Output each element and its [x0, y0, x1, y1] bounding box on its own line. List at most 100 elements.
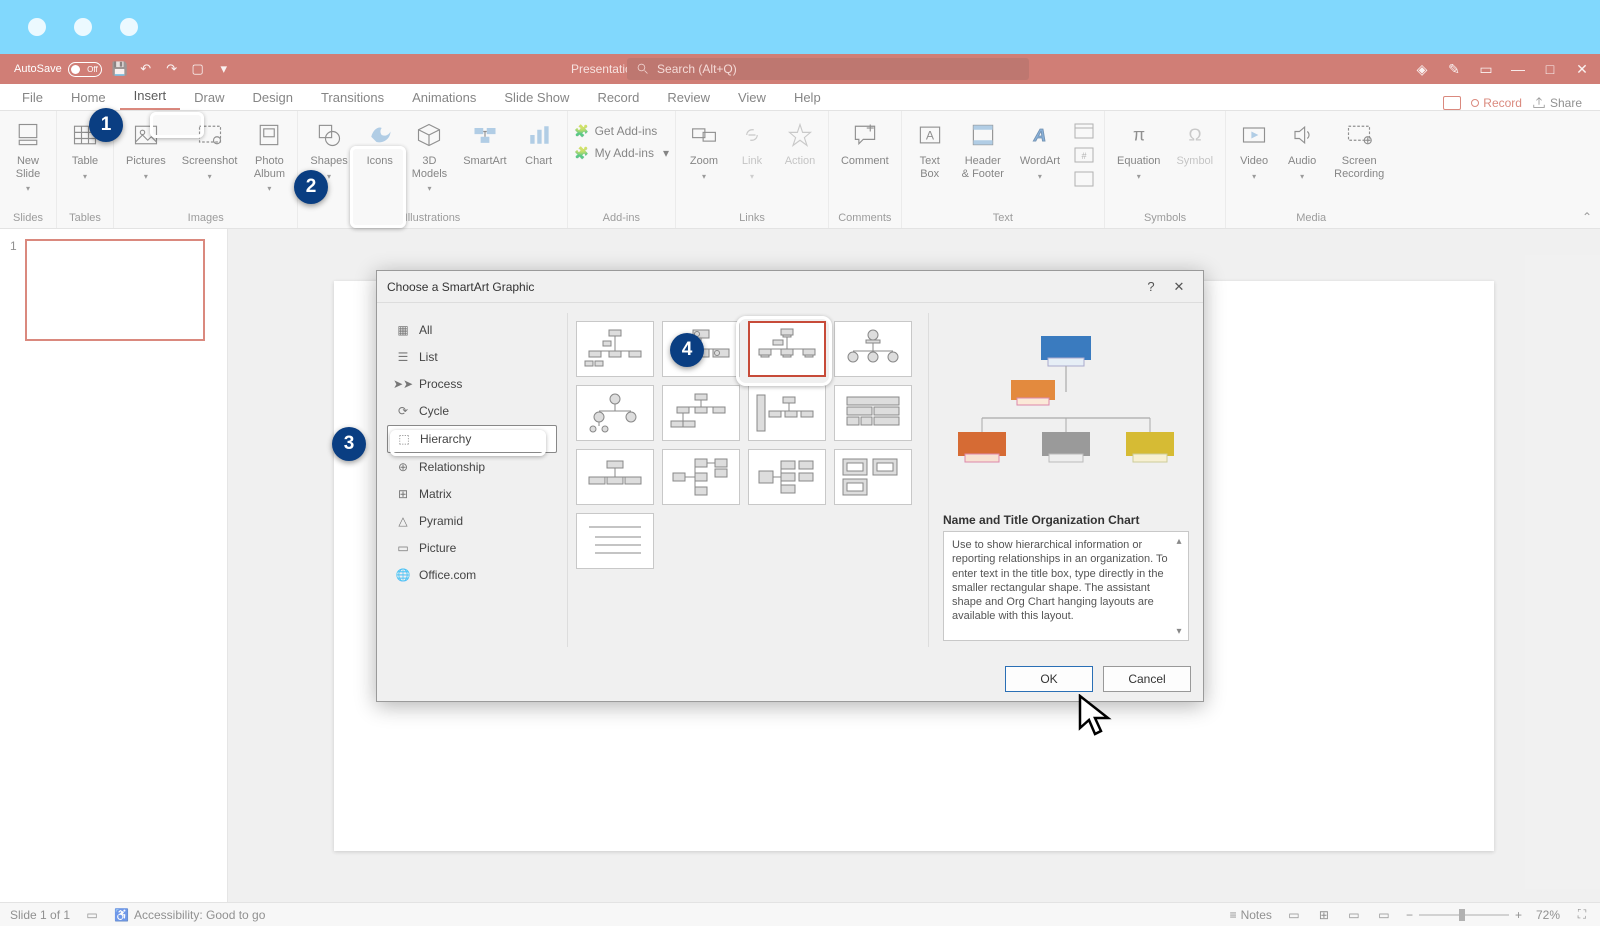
tab-help[interactable]: Help	[780, 86, 835, 110]
tab-view[interactable]: View	[724, 86, 780, 110]
action-button[interactable]: Action	[778, 115, 822, 172]
date-time-icon[interactable]	[1074, 123, 1094, 139]
zoom-out-icon[interactable]: −	[1406, 908, 1413, 922]
scroll-up-icon[interactable]: ▴	[1172, 534, 1186, 548]
text-box-button[interactable]: A Text Box	[908, 115, 952, 184]
slide-indicator[interactable]: Slide 1 of 1	[10, 908, 70, 922]
search-icon	[637, 63, 649, 75]
tab-file[interactable]: File	[8, 86, 57, 110]
help-button[interactable]: ?	[1137, 275, 1165, 299]
diamond-icon[interactable]: ◈	[1414, 61, 1430, 77]
header-footer-button[interactable]: Header & Footer	[956, 115, 1010, 184]
qat-more-icon[interactable]: ▾	[216, 61, 232, 77]
layout-hierarchy[interactable]	[662, 385, 740, 441]
cat-cycle[interactable]: ⟳Cycle	[387, 398, 557, 424]
ribbon-display-icon[interactable]: ▭	[1478, 61, 1494, 77]
zoom-slider[interactable]: − +	[1406, 908, 1522, 922]
search-input[interactable]: Search (Alt+Q)	[627, 58, 1029, 80]
get-addins-button[interactable]: 🧩Get Add-ins	[574, 123, 669, 139]
undo-icon[interactable]: ↶	[138, 61, 154, 77]
screen-recording-button[interactable]: Screen Recording	[1328, 115, 1390, 184]
my-addins-button[interactable]: 🧩My Add-ins▾	[574, 145, 669, 161]
chart-button[interactable]: Chart	[517, 115, 561, 172]
group-addins: 🧩Get Add-ins 🧩My Add-ins▾ Add-ins	[568, 111, 676, 228]
save-icon[interactable]: 💾	[112, 61, 128, 77]
slide-sorter-icon[interactable]: ⊞	[1316, 908, 1332, 922]
zoom-level[interactable]: 72%	[1536, 908, 1560, 922]
share-button[interactable]: Share	[1532, 96, 1582, 110]
ok-button[interactable]: OK	[1005, 666, 1093, 692]
tab-draw[interactable]: Draw	[180, 86, 238, 110]
wordart-button[interactable]: A WordArt▾	[1014, 115, 1066, 185]
tab-home[interactable]: Home	[57, 86, 120, 110]
cat-picture[interactable]: ▭Picture	[387, 535, 557, 561]
layout-hierarchy-2[interactable]	[576, 449, 654, 505]
window-dot	[120, 18, 138, 36]
tab-design[interactable]: Design	[239, 86, 307, 110]
autosave-pill[interactable]: Off	[68, 62, 102, 77]
layout-lined-list[interactable]	[576, 513, 654, 569]
layout-horizontal-org-chart[interactable]	[662, 449, 740, 505]
slide-thumbnails-panel[interactable]: 1	[0, 229, 228, 902]
layout-circle-picture-hierarchy[interactable]	[576, 385, 654, 441]
slide-number-icon[interactable]: #	[1074, 147, 1094, 163]
link-button[interactable]: Link▾	[730, 115, 774, 185]
photo-album-button[interactable]: Photo Album▾	[247, 115, 291, 197]
symbol-icon: Ω	[1179, 119, 1211, 151]
zoom-track[interactable]	[1419, 914, 1509, 916]
zoom-in-icon[interactable]: +	[1515, 908, 1522, 922]
slide-thumbnail[interactable]	[25, 239, 205, 341]
present-from-beginning-icon[interactable]: ▢	[190, 61, 206, 77]
tab-slide-show[interactable]: Slide Show	[490, 86, 583, 110]
tab-transitions[interactable]: Transitions	[307, 86, 398, 110]
fit-to-window-icon[interactable]: ⛶	[1574, 908, 1590, 922]
comments-pane-icon[interactable]	[1443, 96, 1461, 110]
comment-button[interactable]: Comment	[835, 115, 895, 172]
close-icon[interactable]: ✕	[1574, 61, 1590, 77]
layout-org-chart[interactable]	[576, 321, 654, 377]
language-icon[interactable]: ▭	[84, 908, 100, 922]
redo-icon[interactable]: ↷	[164, 61, 180, 77]
object-icon[interactable]	[1074, 171, 1094, 187]
tab-review[interactable]: Review	[653, 86, 724, 110]
layout-table-hierarchy[interactable]	[834, 385, 912, 441]
tab-insert[interactable]: Insert	[120, 84, 181, 110]
cancel-button[interactable]: Cancel	[1103, 666, 1191, 692]
cat-all[interactable]: ▦All	[387, 317, 557, 343]
close-button[interactable]: ✕	[1165, 275, 1193, 299]
video-button[interactable]: Video▾	[1232, 115, 1276, 185]
cat-matrix[interactable]: ⊞Matrix	[387, 481, 557, 507]
accessibility-status[interactable]: ♿Accessibility: Good to go	[114, 908, 265, 922]
cat-process[interactable]: ➤➤Process	[387, 371, 557, 397]
equation-button[interactable]: π Equation▾	[1111, 115, 1166, 185]
layout-half-circle-org-chart[interactable]	[834, 321, 912, 377]
maximize-icon[interactable]: □	[1542, 61, 1558, 77]
zoom-thumb[interactable]	[1459, 909, 1465, 921]
smartart-button[interactable]: SmartArt	[457, 115, 512, 172]
new-slide-button[interactable]: New Slide▾	[6, 115, 50, 197]
audio-button[interactable]: Audio▾	[1280, 115, 1324, 185]
cat-pyramid[interactable]: △Pyramid	[387, 508, 557, 534]
normal-view-icon[interactable]: ▭	[1286, 908, 1302, 922]
minimize-icon[interactable]: ―	[1510, 61, 1526, 77]
symbol-button[interactable]: Ω Symbol	[1170, 115, 1219, 172]
collapse-ribbon-icon[interactable]: ⌃	[1582, 210, 1592, 224]
cat-list[interactable]: ☰List	[387, 344, 557, 370]
3d-models-button[interactable]: 3D Models▾	[406, 115, 453, 197]
record-button[interactable]: Record	[1471, 96, 1522, 110]
layout-horizontal-hierarchy[interactable]	[834, 449, 912, 505]
coming-soon-icon[interactable]: ✎	[1446, 61, 1462, 77]
slideshow-icon[interactable]: ▭	[1376, 908, 1392, 922]
layout-hierarchy-list[interactable]	[748, 449, 826, 505]
tab-animations[interactable]: Animations	[398, 86, 490, 110]
notes-button[interactable]: ≡Notes	[1230, 908, 1272, 922]
autosave-toggle[interactable]: AutoSave Off	[14, 62, 102, 77]
reading-view-icon[interactable]: ▭	[1346, 908, 1362, 922]
layout-labeled-hierarchy[interactable]	[748, 385, 826, 441]
tab-record[interactable]: Record	[583, 86, 653, 110]
cat-office[interactable]: 🌐Office.com	[387, 562, 557, 588]
scroll-down-icon[interactable]: ▾	[1172, 624, 1186, 638]
zoom-button[interactable]: Zoom▾	[682, 115, 726, 185]
slide-thumbnail-row[interactable]: 1	[10, 239, 217, 341]
cat-relationship[interactable]: ⊕Relationship	[387, 454, 557, 480]
